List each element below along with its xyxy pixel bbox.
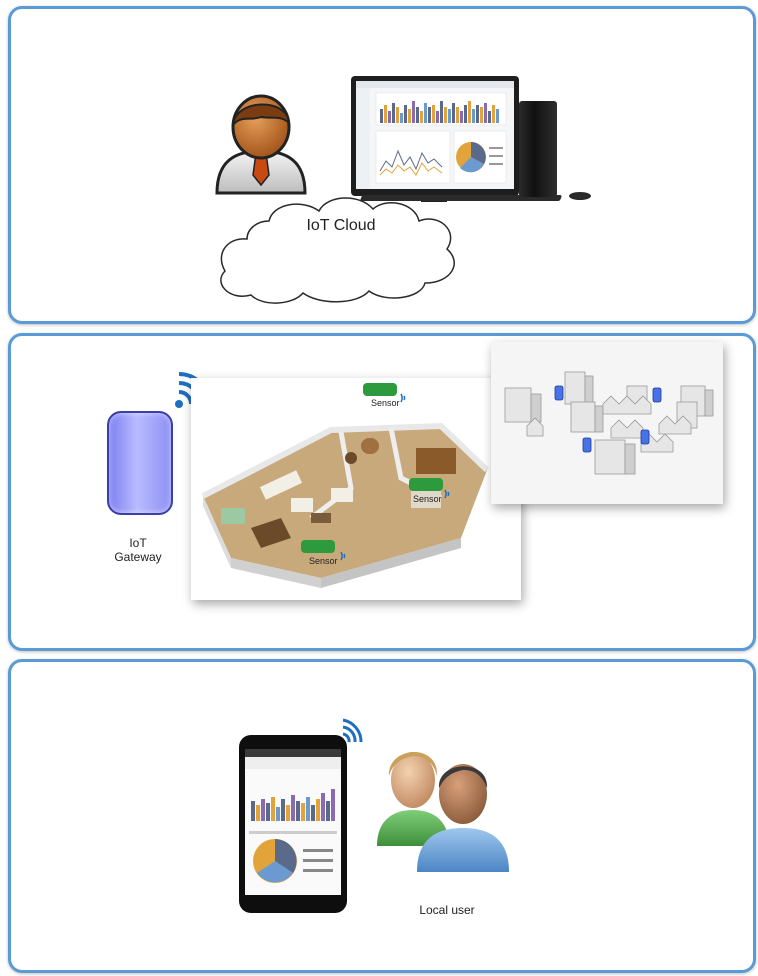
sensor-wifi-icon-1	[400, 393, 406, 403]
sensor-label-3: Sensor	[309, 556, 338, 566]
gateway-tier-panel: IoT Gateway Sensor Sensor Sensor	[8, 333, 756, 651]
cloud-tier-panel: IoT Cloud	[8, 6, 756, 324]
sensor-tag-1	[363, 383, 397, 396]
sensor-label-1: Sensor	[371, 398, 400, 408]
local-tier-panel: Local user	[8, 659, 756, 973]
mouse	[569, 192, 591, 200]
smartphone-icon	[239, 735, 347, 913]
gateway-label-line2: Gateway	[114, 550, 162, 564]
sensor-wifi-icon-2	[444, 489, 450, 499]
user-avatar-icon	[215, 94, 307, 195]
city-buildings-image	[491, 342, 723, 504]
sensor-tag-3	[301, 540, 335, 553]
cloud-label: IoT Cloud	[306, 217, 376, 234]
desktop-monitor	[351, 76, 519, 196]
local-user-label: Local user	[419, 903, 475, 917]
phone-dashboard-screenshot	[245, 749, 341, 883]
floorplan-image: Sensor Sensor Sensor	[191, 378, 521, 600]
sensor-wifi-icon-3	[340, 551, 346, 561]
local-users-icon	[377, 751, 509, 872]
gateway-device-icon	[107, 411, 173, 515]
pc-tower	[519, 101, 557, 197]
wifi-signal-icon	[342, 718, 363, 743]
gateway-label-line1: IoT	[129, 536, 147, 550]
sensor-label-2: Sensor	[413, 494, 442, 504]
sensor-tag-2	[409, 478, 443, 491]
dashboard-screenshot	[356, 81, 514, 189]
